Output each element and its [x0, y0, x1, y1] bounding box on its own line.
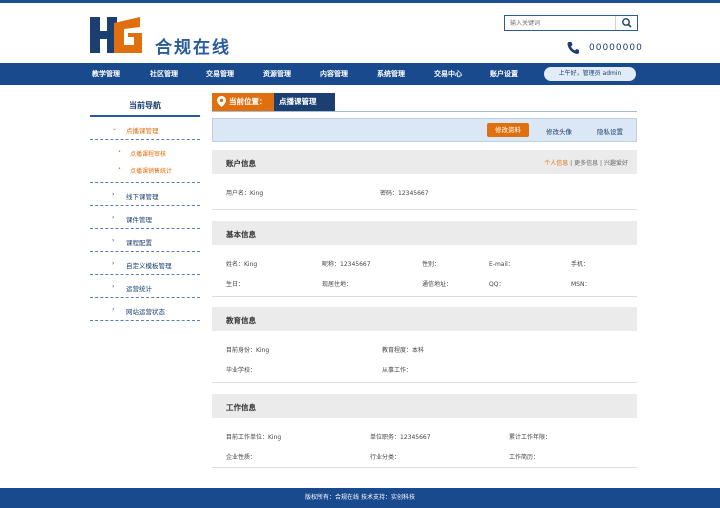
sidebar-item-vod[interactable]: ⌄ 点播课管理: [90, 117, 200, 140]
nav-item-trade[interactable]: 交易管理: [206, 69, 234, 79]
search-box: [504, 15, 638, 31]
breadcrumb-label-text: 当前位置：: [229, 97, 267, 106]
sidebar-subitem-sales[interactable]: • 点播课销售统计: [90, 161, 200, 178]
user-greeting[interactable]: 上午好，管理员 admin: [544, 67, 636, 81]
chevron-right-icon: ›: [112, 283, 115, 290]
field-gender: 性别：: [422, 261, 441, 268]
chevron-right-icon: ›: [112, 260, 115, 267]
section-links: 个人信息 | 更多信息 | 兴趣爱好: [544, 158, 628, 167]
nav-item-resource[interactable]: 资源管理: [263, 69, 291, 79]
field-mobile: 手机：: [571, 261, 590, 268]
field-occupation: 从事工作：: [382, 367, 413, 374]
search-button[interactable]: [615, 16, 637, 30]
link-hobbies[interactable]: 兴趣爱好: [604, 160, 628, 167]
section-account-header: 账户信息 个人信息 | 更多信息 | 兴趣爱好: [212, 150, 637, 174]
tab-privacy[interactable]: 隐私设置: [597, 126, 623, 136]
logo-icon: [90, 17, 142, 53]
phone-number: 00000000: [589, 43, 643, 53]
link-more-info[interactable]: 更多信息: [574, 160, 598, 167]
nav-item-community[interactable]: 社区管理: [150, 69, 178, 79]
field-name: 姓名：King: [226, 261, 258, 268]
breadcrumb-current[interactable]: 点播课管理: [274, 93, 335, 111]
footer: 版权所有：合规在线 技术支持：实创科技: [0, 488, 720, 508]
sidebar-subitem-label: 点播课程审核: [130, 151, 167, 158]
field-work-years: 累计工作年限：: [509, 434, 552, 441]
field-identity: 目前身份：King: [226, 347, 270, 354]
sidebar-item-ops-stats[interactable]: › 运营统计: [90, 275, 200, 298]
field-residence: 现居住地：: [322, 281, 353, 288]
sidebar-item-label: 网站运营状态: [126, 308, 165, 316]
main-nav: 教学管理 社区管理 交易管理 资源管理 内容管理 系统管理 交易中心 账户设置 …: [0, 63, 720, 85]
bullet-icon: •: [118, 149, 121, 155]
field-industry: 行业分类：: [370, 454, 401, 461]
field-resume: 工作简历：: [509, 454, 540, 461]
field-username: 用户名：King: [226, 190, 264, 197]
search-input[interactable]: [505, 16, 615, 30]
search-icon: [622, 18, 632, 28]
field-qq: QQ：: [489, 281, 505, 288]
section-title: 工作信息: [226, 403, 256, 412]
sidebar-item-templates[interactable]: › 自定义模板管理: [90, 252, 200, 275]
divider: [212, 296, 637, 297]
chevron-right-icon: ›: [112, 214, 115, 221]
section-title: 基本信息: [226, 230, 256, 239]
nav-item-system[interactable]: 系统管理: [377, 69, 405, 79]
nav-item-teaching[interactable]: 教学管理: [92, 69, 120, 79]
sidebar-item-label: 课程配置: [126, 239, 152, 247]
divider: [212, 467, 637, 468]
sidebar-item-offline[interactable]: › 线下课管理: [90, 183, 200, 206]
phone-icon: [567, 42, 579, 54]
field-education-level: 教育程度：本科: [382, 347, 425, 354]
tab-bar: 修改资料 修改头像 隐私设置: [212, 118, 637, 142]
bullet-icon: •: [118, 166, 121, 172]
logo-text: 合规在线: [155, 38, 231, 58]
field-nickname: 昵称：12345667: [322, 261, 371, 268]
field-birthday: 生日：: [226, 281, 245, 288]
chevron-right-icon: ›: [112, 306, 115, 313]
sidebar: 当前导航 ⌄ 点播课管理 • 点播课程审核 • 点播课销售统计 › 线下课管理 …: [90, 100, 200, 321]
divider: [212, 382, 637, 383]
sidebar-subitem-review[interactable]: • 点播课程审核: [90, 144, 200, 161]
field-employer: 目前工作单位：King: [226, 434, 282, 441]
sidebar-item-course-config[interactable]: › 课程配置: [90, 229, 200, 252]
sidebar-item-label: 点播课管理: [126, 127, 159, 135]
chevron-right-icon: ›: [112, 237, 115, 244]
tab-edit-avatar[interactable]: 修改头像: [546, 126, 572, 136]
sidebar-title: 当前导航: [90, 100, 200, 117]
link-personal-info[interactable]: 个人信息: [544, 160, 568, 167]
field-email: E-mail：: [489, 261, 514, 268]
field-company-type: 企业性质：: [226, 454, 257, 461]
field-position: 单位职务：12345667: [370, 434, 431, 441]
sidebar-subitems: • 点播课程审核 • 点播课销售统计: [90, 140, 200, 183]
sidebar-item-courseware[interactable]: › 课件管理: [90, 206, 200, 229]
location-pin-icon: [217, 96, 226, 107]
sidebar-item-site-status[interactable]: › 网站运营状态: [90, 298, 200, 321]
sidebar-subitem-label: 点播课销售统计: [130, 168, 173, 175]
section-basic-header: 基本信息: [212, 221, 637, 245]
section-title: 账户信息: [226, 159, 256, 168]
field-msn: MSN：: [571, 281, 591, 288]
section-education-header: 教育信息: [212, 307, 637, 331]
nav-item-trade-center[interactable]: 交易中心: [434, 69, 462, 79]
field-address: 通信地址：: [422, 281, 453, 288]
divider: [212, 111, 637, 112]
chevron-right-icon: ›: [112, 191, 115, 198]
divider: [212, 209, 637, 210]
section-title: 教育信息: [226, 316, 256, 325]
sidebar-item-label: 线下课管理: [126, 193, 159, 201]
field-school: 毕业学校：: [226, 367, 257, 374]
sidebar-item-label: 课件管理: [126, 216, 152, 224]
tab-edit-profile[interactable]: 修改资料: [487, 123, 529, 137]
breadcrumb-label: 当前位置：: [212, 93, 274, 111]
nav-item-content[interactable]: 内容管理: [320, 69, 348, 79]
section-work-header: 工作信息: [212, 394, 637, 418]
chevron-down-icon: ⌄: [112, 125, 118, 132]
sidebar-item-label: 自定义模板管理: [126, 262, 172, 270]
sidebar-item-label: 运营统计: [126, 285, 152, 293]
breadcrumb: 当前位置： 点播课管理: [212, 93, 335, 111]
field-password: 密码：12345667: [380, 190, 429, 197]
header: 合规在线 00000000: [0, 3, 720, 63]
nav-item-account[interactable]: 账户设置: [490, 69, 518, 79]
